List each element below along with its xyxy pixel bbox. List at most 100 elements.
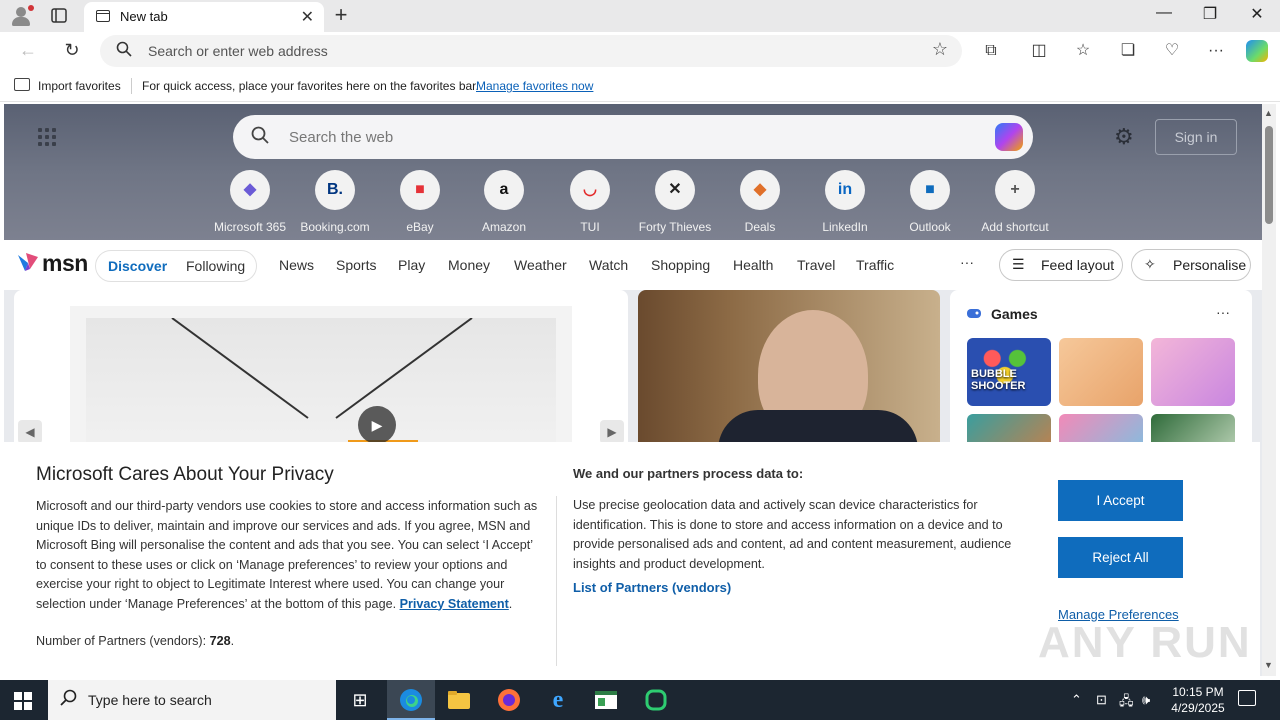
refresh-button[interactable]: ↻ [60,40,84,61]
taskbar-clock[interactable]: 10:15 PM 4/29/2025 [1168,684,1228,716]
carousel-next-icon[interactable]: ▶ [600,420,624,444]
new-tab-button[interactable]: + [330,2,352,28]
games-more-button[interactable]: ··· [1216,304,1230,320]
nav-watch[interactable]: Watch [589,257,628,273]
tab-discover[interactable]: Discover [108,258,167,274]
divider [556,496,557,666]
sliders-icon: ☰ [1012,256,1025,272]
tab-actions-icon[interactable] [50,7,70,25]
forty-thieves-icon: ✕ [655,170,695,210]
scroll-up-icon[interactable]: ▲ [1264,108,1273,118]
shortcut-linkedin[interactable]: in LinkedIn [803,170,887,234]
nav-sports[interactable]: Sports [336,257,376,273]
manage-favorites-link[interactable]: Manage favorites now [476,79,593,93]
network-icon[interactable]: 🖧 [1119,692,1134,714]
collections-icon[interactable]: ❏ [1117,40,1139,62]
close-window-button[interactable]: ✕ [1234,4,1280,24]
tab-new-tab[interactable]: New tab ✕ [84,2,324,32]
nav-health[interactable]: Health [733,257,773,273]
anyrun-watermark: ANY RUN [1038,618,1252,667]
shortcut-booking-com[interactable]: B. Booking.com [293,170,377,234]
feed-toggle: Discover Following [95,250,257,282]
shortcut-forty-thieves[interactable]: ✕ Forty Thieves [633,170,717,234]
close-tab-icon[interactable]: ✕ [301,7,314,27]
firefox-icon[interactable] [485,680,533,720]
shortcut-label: Microsoft 365 [213,220,287,234]
carousel-prev-icon[interactable]: ◀ [18,420,42,444]
app-window-icon[interactable] [582,680,630,720]
address-bar[interactable]: Search or enter web address ☆ [100,35,962,67]
personalise-button[interactable]: ✧ Personalise [1131,249,1251,281]
nav-money[interactable]: Money [448,257,490,273]
web-search-box[interactable]: Search the web [233,115,1033,159]
shortcut-deals[interactable]: ◆ Deals [718,170,802,234]
sparkle-icon: ✧ [1144,256,1156,272]
page-settings-gear-icon[interactable]: ⚙ [1114,124,1134,150]
nav-weather[interactable]: Weather [514,257,567,273]
favorites-message: For quick access, place your favorites h… [142,79,479,93]
import-favorites-button[interactable]: Import favorites [38,79,121,93]
shortcut-outlook[interactable]: ■ Outlook [888,170,972,234]
scroll-down-icon[interactable]: ▼ [1264,660,1273,670]
internet-explorer-icon[interactable]: e [534,680,582,720]
tray-overflow-icon[interactable]: ⌃ [1071,692,1082,708]
back-button[interactable]: ← [16,40,40,61]
app-launcher-icon[interactable] [38,128,58,148]
nav-shopping[interactable]: Shopping [651,257,710,273]
nav-news[interactable]: News [279,257,314,273]
msn-logo[interactable]: msn [16,248,88,278]
game-tile-2[interactable] [1059,338,1143,406]
feed-layout-button[interactable]: ☰ Feed layout [999,249,1123,281]
shortcut-label: Amazon [481,220,527,234]
shortcut-ebay[interactable]: ■ eBay [378,170,462,234]
shortcut-amazon[interactable]: a Amazon [462,170,546,234]
scrollbar-thumb[interactable] [1265,126,1273,224]
sign-in-button[interactable]: Sign in [1155,119,1237,155]
booking-icon: B. [315,170,355,210]
nav-more-button[interactable]: ··· [960,254,974,270]
minimize-button[interactable]: — [1141,4,1187,22]
reject-all-button[interactable]: Reject All [1058,537,1183,578]
browser-essentials-icon[interactable]: ♡ [1161,40,1183,62]
file-explorer-icon[interactable] [435,680,483,720]
shortcut-label: Outlook [909,220,951,234]
web-search-placeholder: Search the web [289,129,394,146]
nav-travel[interactable]: Travel [797,257,835,273]
notifications-icon[interactable] [1238,690,1256,706]
privacy-statement-link[interactable]: Privacy Statement [400,597,509,611]
shortcut-tui[interactable]: ◡ TUI [548,170,632,234]
accept-button[interactable]: I Accept [1058,480,1183,521]
hero-background: Search the web ⚙ Sign in ◆ Microsoft 365 B… [4,104,1262,240]
shortcut-microsoft-365[interactable]: ◆ Microsoft 365 [208,170,292,234]
restore-button[interactable]: ❐ [1187,4,1233,24]
game-tile-bubble-shooter[interactable]: BUBBLE SHOOTER [967,338,1051,406]
profile-icon[interactable] [10,5,34,27]
games-title: Games [991,306,1038,322]
copilot-search-icon[interactable] [995,123,1023,151]
tray-device-icon[interactable]: ⊡ [1096,692,1107,708]
linkedin-icon: in [825,170,865,210]
green-app-icon[interactable] [632,680,680,720]
edge-taskbar-icon[interactable] [387,680,435,720]
favorite-star-icon[interactable]: ☆ [932,39,948,60]
copilot-icon[interactable] [1246,40,1268,62]
windows-start-icon[interactable] [14,692,32,710]
process-title: We and our partners process data to: [573,466,804,481]
settings-more-icon[interactable]: ··· [1205,40,1227,62]
split-screen-icon[interactable]: ◫ [1028,40,1050,62]
play-icon[interactable]: ▶ [358,406,396,444]
shortcut-add-shortcut[interactable]: + Add shortcut [973,170,1057,234]
search-icon [60,689,77,711]
nav-traffic[interactable]: Traffic [856,257,894,273]
page-scrollbar[interactable]: ▲ ▼ [1262,104,1276,676]
extensions-icon[interactable]: ⧉ [980,40,1002,62]
task-view-icon[interactable]: ⊞ [336,680,384,720]
nav-play[interactable]: Play [398,257,425,273]
favorites-icon[interactable]: ☆ [1072,40,1094,62]
volume-icon[interactable]: 🕪 [1142,692,1150,708]
taskbar-search[interactable]: Type here to search [48,680,336,720]
tab-following[interactable]: Following [186,258,245,274]
partners-list-link[interactable]: List of Partners (vendors) [573,580,731,595]
game-tile-3[interactable] [1151,338,1235,406]
taskbar: Type here to search ⊞ e ⌃ ⊡ 🖧 🕪 10:15 PM… [0,680,1280,720]
